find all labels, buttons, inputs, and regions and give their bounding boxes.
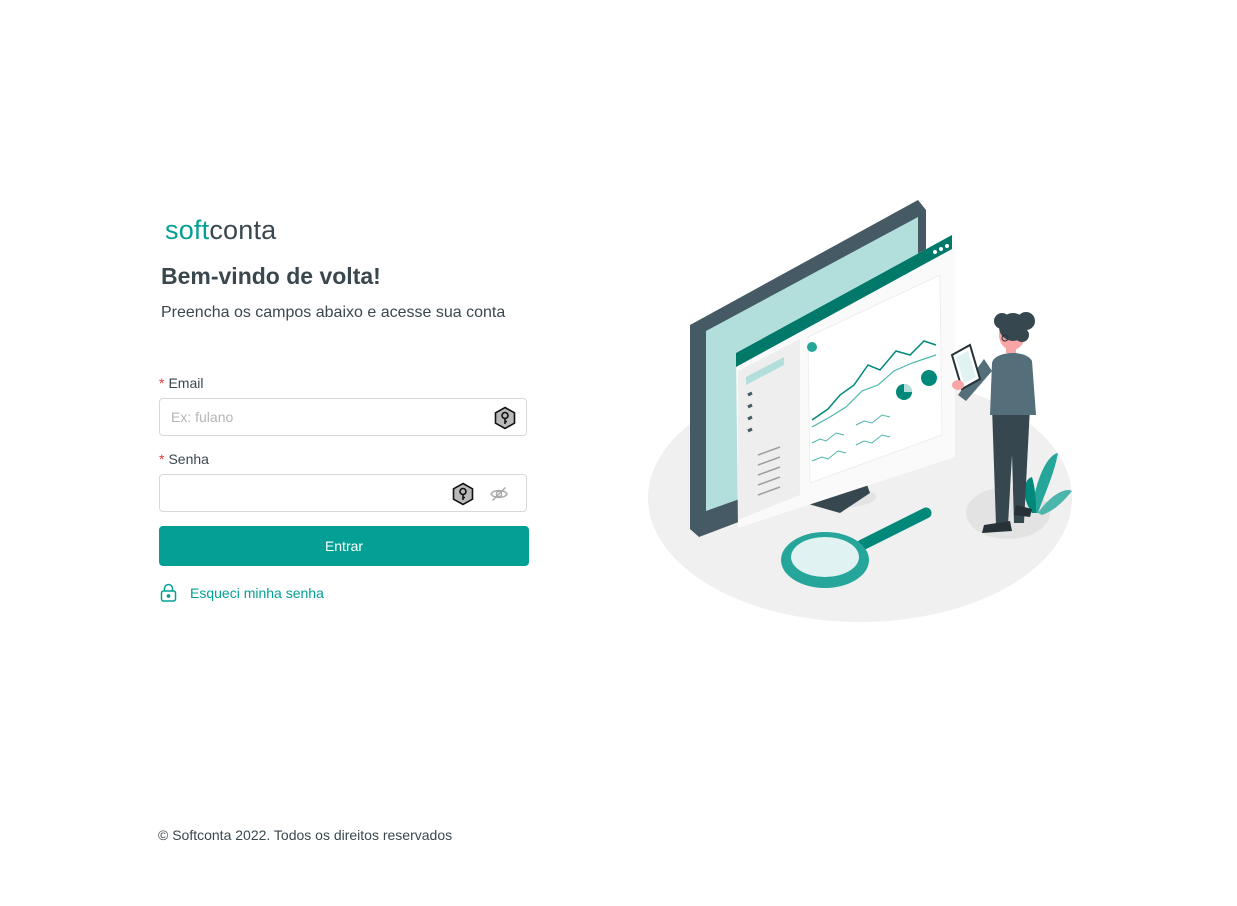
dashboard-analytics-illustration bbox=[648, 200, 1072, 622]
lock-icon bbox=[160, 583, 177, 602]
footer-copyright: © Softconta 2022. Todos os direitos rese… bbox=[158, 827, 453, 843]
required-asterisk: * bbox=[159, 451, 165, 467]
password-manager-key-icon[interactable] bbox=[493, 406, 517, 430]
email-input[interactable] bbox=[171, 399, 451, 435]
password-input[interactable] bbox=[171, 475, 441, 511]
forgot-password-label: Esqueci minha senha bbox=[190, 584, 324, 601]
email-label: * Email bbox=[159, 375, 203, 391]
password-field-wrapper bbox=[159, 474, 527, 512]
required-asterisk: * bbox=[159, 375, 165, 391]
page-subtitle: Preencha os campos abaixo e acesse sua c… bbox=[161, 304, 506, 321]
email-label-text: Email bbox=[168, 375, 204, 391]
softconta-logo: softconta bbox=[165, 212, 276, 248]
password-manager-key-icon[interactable] bbox=[451, 482, 475, 506]
page-title: Bem-vindo de volta! bbox=[161, 263, 381, 289]
forgot-password-link[interactable]: Esqueci minha senha bbox=[160, 583, 324, 602]
logo-soft-text: soft bbox=[165, 215, 210, 245]
password-label-text: Senha bbox=[168, 451, 209, 467]
logo-conta-text: conta bbox=[209, 215, 277, 245]
email-field-wrapper bbox=[159, 398, 527, 436]
password-label: * Senha bbox=[159, 451, 209, 467]
eye-off-icon[interactable] bbox=[489, 484, 509, 504]
login-button[interactable]: Entrar bbox=[159, 526, 529, 566]
